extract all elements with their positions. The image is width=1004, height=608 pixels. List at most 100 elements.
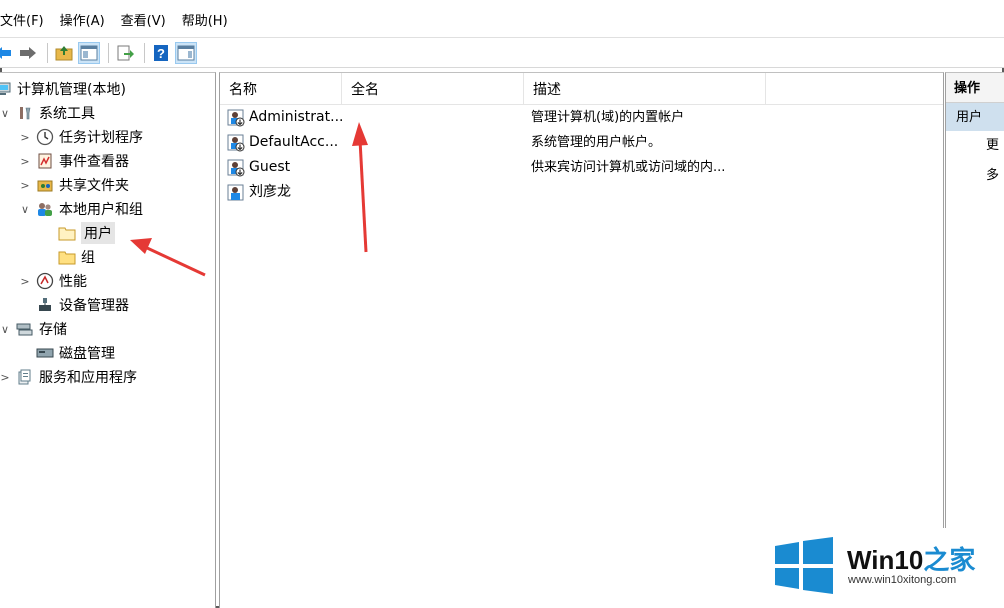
disk-icon — [36, 344, 54, 362]
system-tools-icon — [16, 104, 34, 122]
chevron-down-icon[interactable]: ∨ — [0, 323, 12, 336]
disabled-user-icon — [227, 134, 245, 151]
tree-item-task-scheduler[interactable]: > 任务计划程序 — [18, 125, 143, 149]
chevron-right-icon[interactable]: > — [0, 371, 12, 384]
actions-title: 操作 — [946, 73, 1004, 103]
tree-item-label: 本地用户和组 — [59, 202, 143, 218]
user-fullname — [351, 105, 527, 130]
actions-section-users[interactable]: 用户 — [946, 103, 1004, 131]
storage-icon — [16, 320, 34, 338]
more-actions-link[interactable]: 更多 — [946, 131, 1004, 183]
table-row[interactable]: Administrat... 管理计算机(域)的内置帐户 — [220, 105, 780, 130]
tree-item-disk-management[interactable]: 磁盘管理 — [36, 341, 115, 365]
toolbar-separator — [47, 42, 48, 63]
watermark-url: www.win10xitong.com — [848, 574, 957, 586]
disabled-user-icon — [227, 109, 245, 126]
user-icon — [227, 184, 244, 200]
tree-item-device-manager[interactable]: 设备管理器 — [36, 293, 129, 317]
chevron-right-icon[interactable]: > — [18, 155, 32, 168]
action-pane-icon — [177, 45, 195, 60]
device-manager-icon — [36, 296, 54, 314]
menu-view[interactable]: 查看(V) — [113, 0, 174, 38]
user-name: Administrat... — [249, 109, 344, 125]
tree-item-label: 用户 — [81, 222, 115, 244]
tree-item-system-tools[interactable]: ∨ 系统工具 — [0, 101, 95, 125]
user-fullname — [351, 180, 527, 205]
user-fullname — [351, 130, 527, 155]
console-tree[interactable]: 计算机管理(本地) ∨ 系统工具 > 任务计划程序 > 事件查看器 > 共享文件… — [0, 72, 216, 608]
watermark-accent-text: 之家 — [923, 545, 976, 575]
disabled-user-icon — [227, 159, 245, 176]
show-hide-tree-icon — [80, 45, 98, 60]
user-description: 管理计算机(域)的内置帐户 — [531, 110, 685, 125]
toolbar-separator — [144, 42, 145, 63]
menu-file[interactable]: 文件(F) — [0, 0, 52, 38]
tree-item-shared-folders[interactable]: > 共享文件夹 — [18, 173, 129, 197]
action-pane-button[interactable] — [175, 41, 197, 64]
table-row[interactable]: DefaultAcc... 系统管理的用户帐户。 — [220, 130, 780, 155]
user-name-cell: DefaultAcc... — [226, 130, 344, 155]
watermark: Win10之家 www.win10xitong.com — [765, 528, 1004, 608]
user-name-cell: 刘彦龙 — [226, 180, 344, 205]
chevron-right-icon[interactable]: > — [18, 275, 32, 288]
event-viewer-icon — [36, 152, 54, 170]
tree-item-local-users-groups[interactable]: ∨ 本地用户和组 — [18, 197, 143, 221]
folder-icon — [58, 248, 76, 266]
tree-item-label: 性能 — [59, 274, 87, 290]
tree-item-label: 任务计划程序 — [59, 130, 143, 146]
tree-item-services-apps[interactable]: > 服务和应用程序 — [0, 365, 137, 389]
up-level-button[interactable] — [53, 42, 75, 64]
user-fullname — [351, 155, 527, 180]
column-header-name[interactable]: 名称 — [220, 73, 342, 105]
column-header-description[interactable]: 描述 — [524, 73, 766, 105]
tree-item-label: 存储 — [39, 322, 67, 338]
user-name: Guest — [249, 159, 291, 175]
tree-item-event-viewer[interactable]: > 事件查看器 — [18, 149, 129, 173]
svg-text:?: ? — [157, 46, 165, 61]
user-description: 供来宾访问计算机或访问域的内... — [531, 160, 726, 175]
windows-logo-icon — [775, 537, 833, 594]
chevron-right-icon[interactable]: > — [18, 131, 32, 144]
export-list-icon — [117, 45, 134, 60]
toolbar: ? — [0, 38, 1004, 68]
clock-icon — [36, 128, 54, 146]
tree-item-performance[interactable]: > 性能 — [18, 269, 87, 293]
menu-help[interactable]: 帮助(H) — [174, 0, 236, 38]
tree-item-label: 事件查看器 — [59, 154, 129, 170]
chevron-down-icon[interactable]: ∨ — [18, 203, 32, 216]
chevron-right-icon[interactable]: > — [18, 179, 32, 192]
menu-bar: 文件(F) 操作(A) 查看(V) 帮助(H) — [0, 0, 1004, 38]
tree-item-storage[interactable]: ∨ 存储 — [0, 317, 67, 341]
performance-icon — [36, 272, 54, 290]
user-name-cell: Guest — [226, 155, 344, 180]
help-button[interactable]: ? — [150, 42, 172, 64]
watermark-brand-text: Win10 — [847, 545, 924, 575]
column-header-fullname[interactable]: 全名 — [342, 73, 524, 105]
user-name-cell: Administrat... — [226, 105, 344, 130]
forward-icon — [20, 46, 36, 59]
chevron-down-icon[interactable]: ∨ — [0, 107, 12, 120]
user-description: 系统管理的用户帐户。 — [531, 135, 662, 150]
user-description — [531, 180, 771, 205]
show-hide-tree-button[interactable] — [78, 41, 100, 64]
shared-folder-icon — [36, 176, 54, 194]
menu-action[interactable]: 操作(A) — [52, 0, 113, 38]
table-row[interactable]: Guest 供来宾访问计算机或访问域的内... — [220, 155, 780, 180]
user-name: DefaultAcc... — [249, 134, 339, 150]
services-icon — [16, 368, 34, 386]
table-row[interactable]: 刘彦龙 — [220, 180, 780, 205]
forward-button[interactable] — [17, 42, 39, 64]
users-group-icon — [36, 200, 54, 218]
tree-item-computer-management[interactable]: 计算机管理(本地) — [0, 77, 126, 101]
tree-item-label: 磁盘管理 — [59, 346, 115, 362]
tree-item-label: 服务和应用程序 — [39, 370, 137, 386]
watermark-brand: Win10之家 — [847, 540, 975, 577]
help-icon: ? — [154, 44, 168, 61]
tree-item-users[interactable]: 用户 — [58, 221, 115, 245]
computer-management-icon — [0, 80, 12, 98]
folder-icon — [58, 224, 76, 242]
back-button[interactable] — [0, 42, 14, 64]
tree-item-groups[interactable]: 组 — [58, 245, 95, 269]
back-icon — [0, 46, 11, 59]
export-list-button[interactable] — [114, 42, 136, 64]
